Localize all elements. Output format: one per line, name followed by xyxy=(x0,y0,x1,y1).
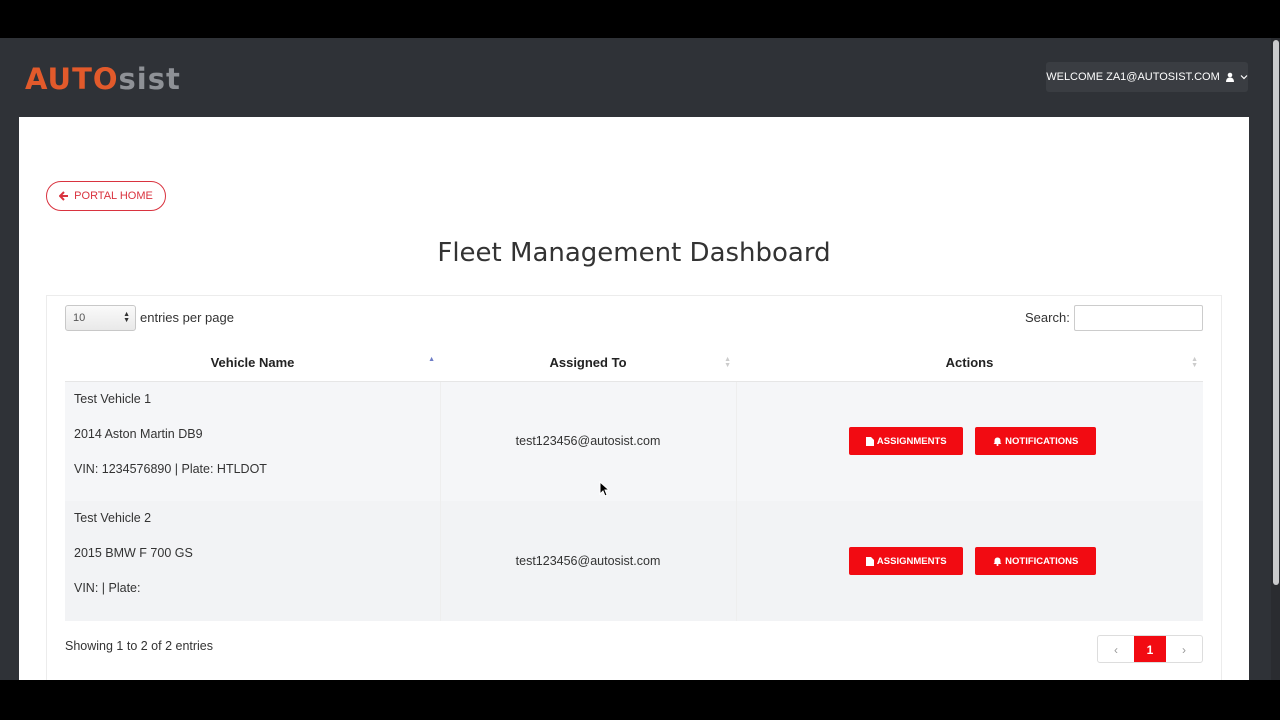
mouse-cursor-icon xyxy=(599,481,609,497)
pagination: ‹ 1 › xyxy=(1097,635,1203,663)
vehicle-ids: VIN: | Plate: xyxy=(74,581,141,595)
search-input[interactable] xyxy=(1074,305,1203,331)
assignments-button[interactable]: ASSIGNMENTS xyxy=(849,547,964,575)
welcome-text: WELCOME ZA1@AUTOSIST.COM xyxy=(1046,71,1220,83)
vehicle-cell: Test Vehicle 1 2014 Aston Martin DB9 VIN… xyxy=(65,381,440,501)
file-icon xyxy=(865,556,874,566)
table-row: Test Vehicle 2 2015 BMW F 700 GS VIN: | … xyxy=(65,501,1203,621)
entries-per-page-select[interactable]: 10 ▲ ▼ xyxy=(65,305,136,331)
scrollbar-thumb[interactable] xyxy=(1273,40,1279,585)
logo-text-part1: AUTO xyxy=(25,62,119,96)
assigned-to-cell: test123456@autosist.com xyxy=(439,501,736,621)
vehicle-name: Test Vehicle 2 xyxy=(74,511,152,525)
bell-icon xyxy=(993,557,1002,566)
vehicle-model: 2015 BMW F 700 GS xyxy=(74,546,193,560)
search-label: Search: xyxy=(1025,310,1070,325)
datatable-panel: 10 ▲ ▼ entries per page Search: Vehicle N… xyxy=(46,295,1222,680)
bell-icon xyxy=(993,437,1002,446)
column-header-assigned-to[interactable]: Assigned To ▲ ▼ xyxy=(440,345,736,382)
vehicle-model: 2014 Aston Martin DB9 xyxy=(74,426,203,441)
user-icon xyxy=(1225,72,1234,82)
file-icon xyxy=(865,436,874,446)
vehicle-cell: Test Vehicle 2 2015 BMW F 700 GS VIN: | … xyxy=(65,501,440,621)
table-row: Test Vehicle 1 2014 Aston Martin DB9 VIN… xyxy=(65,381,1203,501)
page-title: Fleet Management Dashboard xyxy=(437,238,831,268)
pagination-prev-button[interactable]: ‹ xyxy=(1098,636,1134,662)
chevron-down-icon xyxy=(1240,75,1248,80)
actions-cell: ASSIGNMENTS NOTIFICATIONS xyxy=(735,381,1203,501)
sort-icon: ▲ ▼ xyxy=(1191,356,1198,369)
entries-select-value: 10 xyxy=(73,312,86,324)
user-menu-button[interactable]: WELCOME ZA1@AUTOSIST.COM xyxy=(1046,62,1248,92)
portal-home-button[interactable]: PORTAL HOME xyxy=(46,181,166,211)
app-window: AUTOsist WELCOME ZA1@AUTOSIST.COM PORTAL… xyxy=(0,38,1280,680)
actions-cell: ASSIGNMENTS NOTIFICATIONS xyxy=(735,501,1203,621)
notifications-button[interactable]: NOTIFICATIONS xyxy=(975,547,1097,575)
sort-icon: ▲ ▼ xyxy=(724,356,731,369)
video-top-bar xyxy=(0,0,1280,38)
pagination-next-button[interactable]: › xyxy=(1166,636,1202,662)
table-info: Showing 1 to 2 of 2 entries xyxy=(65,639,214,653)
vehicle-name: Test Vehicle 1 xyxy=(74,391,152,406)
logo-text-part2: sist xyxy=(118,62,181,96)
assignments-button[interactable]: ASSIGNMENTS xyxy=(849,427,964,456)
content-card: PORTAL HOME Fleet Management Dashboard 1… xyxy=(19,117,1249,680)
notifications-button[interactable]: NOTIFICATIONS xyxy=(975,427,1097,456)
arrow-left-icon xyxy=(59,191,69,201)
select-arrows-icon: ▲ ▼ xyxy=(123,311,130,324)
pagination-page-1[interactable]: 1 xyxy=(1134,636,1166,662)
entries-per-page-label: entries per page xyxy=(140,310,234,325)
video-bottom-bar xyxy=(0,680,1280,720)
column-header-actions[interactable]: Actions ▲ ▼ xyxy=(736,345,1203,382)
autosist-logo[interactable]: AUTOsist xyxy=(25,62,181,96)
sort-ascending-icon: ▲ xyxy=(428,356,435,363)
vehicles-table: Vehicle Name ▲ Assigned To ▲ ▼ Actions ▲ ▼ xyxy=(65,345,1203,621)
portal-home-label: PORTAL HOME xyxy=(74,190,153,202)
vehicle-ids: VIN: 1234576890 | Plate: HTLDOT xyxy=(74,461,267,476)
assigned-to-cell: test123456@autosist.com xyxy=(439,381,736,501)
column-header-vehicle-name[interactable]: Vehicle Name ▲ xyxy=(65,345,440,382)
